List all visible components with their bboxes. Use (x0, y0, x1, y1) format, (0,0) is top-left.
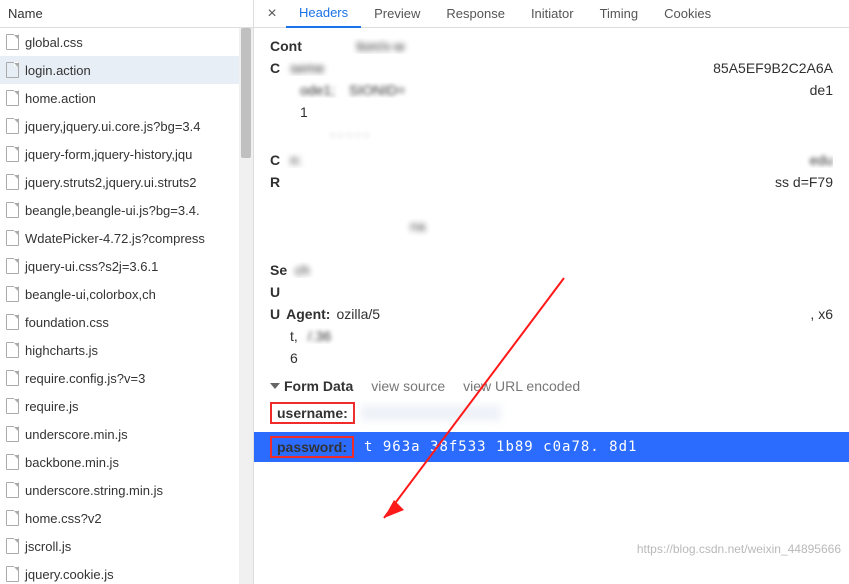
sidebar-item[interactable]: require.config.js?v=3 (0, 364, 253, 392)
sidebar-item-label: underscore.string.min.js (25, 483, 163, 498)
sidebar-item[interactable]: underscore.min.js (0, 420, 253, 448)
referer-key: R (270, 174, 280, 190)
username-key: username: (270, 402, 355, 424)
file-icon (6, 398, 19, 414)
sidebar-item-label: foundation.css (25, 315, 109, 330)
sidebar-item-label: home.action (25, 91, 96, 106)
tab-timing[interactable]: Timing (587, 0, 652, 28)
sidebar-item[interactable]: jscroll.js (0, 532, 253, 560)
sidebar-item[interactable]: backbone.min.js (0, 448, 253, 476)
tab-headers[interactable]: Headers (286, 0, 361, 28)
username-value (361, 405, 501, 421)
sidebar-item[interactable]: require.js (0, 392, 253, 420)
sidebar-item[interactable]: jquery.struts2,jquery.ui.struts2 (0, 168, 253, 196)
cookie-tail-2: de1 (810, 82, 833, 98)
view-url-encoded-link[interactable]: view URL encoded (463, 378, 580, 394)
sidebar-item-label: highcharts.js (25, 343, 98, 358)
close-icon[interactable]: × (258, 5, 286, 23)
user-agent-key: U (270, 306, 280, 322)
password-key: password: (270, 436, 354, 458)
sidebar-item[interactable]: jquery-ui.css?s2j=3.6.1 (0, 252, 253, 280)
file-icon (6, 426, 19, 442)
file-icon (6, 202, 19, 218)
sidebar-item-label: beangle,beangle-ui.js?bg=3.4. (25, 203, 200, 218)
form-data-section[interactable]: Form Data view source view URL encoded (270, 378, 833, 394)
file-icon (6, 146, 19, 162)
sidebar-item-label: jquery-ui.css?s2j=3.6.1 (25, 259, 158, 274)
sidebar-item[interactable]: beangle,beangle-ui.js?bg=3.4. (0, 196, 253, 224)
form-row-password: password: t 963a 38f533 1b89 c0a78. 8d1 (254, 432, 849, 462)
file-icon (6, 566, 19, 582)
sidebar-item[interactable]: jquery-form,jquery-history,jqu (0, 140, 253, 168)
cookie-key: C (270, 60, 280, 76)
user-agent-value: ozilla/5 (336, 306, 380, 322)
headers-pane: Cont tion/x-w C seme 85A5EF9B2C2A6A ode1… (254, 28, 849, 584)
tab-response[interactable]: Response (433, 0, 518, 28)
sidebar-item[interactable]: beangle-ui,colorbox,ch (0, 280, 253, 308)
content-type-key: Cont (270, 38, 302, 54)
file-icon (6, 118, 19, 134)
cookie-tail-1: 85A5EF9B2C2A6A (713, 60, 833, 76)
sidebar-item-label: WdatePicker-4.72.js?compress (25, 231, 205, 246)
view-source-link[interactable]: view source (371, 378, 445, 394)
sidebar-item-label: require.js (25, 399, 78, 414)
sidebar-item-label: home.css?v2 (25, 511, 102, 526)
file-icon (6, 174, 19, 190)
network-file-list: Name global.css login.action home.action jq… (0, 0, 254, 584)
file-icon (6, 482, 19, 498)
sidebar-item-label: jquery.struts2,jquery.ui.struts2 (25, 175, 196, 190)
tab-preview[interactable]: Preview (361, 0, 433, 28)
u-key: U (270, 284, 280, 300)
file-icon (6, 230, 19, 246)
sidebar-item[interactable]: foundation.css (0, 308, 253, 336)
sidebar-item[interactable]: highcharts.js (0, 336, 253, 364)
sidebar-item-label: jscroll.js (25, 539, 71, 554)
sidebar-item-label: jquery.cookie.js (25, 567, 114, 582)
sidebar-item-label: login.action (25, 63, 91, 78)
form-row-username: username: (270, 402, 833, 424)
sidebar-item-label: underscore.min.js (25, 427, 128, 442)
sidebar-item[interactable]: WdatePicker-4.72.js?compress (0, 224, 253, 252)
file-icon (6, 510, 19, 526)
sec-key: Se (270, 262, 287, 278)
file-icon (6, 370, 19, 386)
file-icon (6, 62, 19, 78)
cookie-value: seme (290, 60, 324, 76)
sidebar-item-label: beangle-ui,colorbox,ch (25, 287, 156, 302)
file-icon (6, 314, 19, 330)
file-icon (6, 538, 19, 554)
sidebar-item[interactable]: home.css?v2 (0, 504, 253, 532)
origin-key: C (270, 152, 280, 168)
file-icon (6, 342, 19, 358)
content-type-value (302, 38, 356, 54)
sidebar-item-label: jquery-form,jquery-history,jqu (25, 147, 192, 162)
form-data-label: Form Data (284, 378, 353, 394)
sidebar-scrollbar-track[interactable] (239, 28, 253, 584)
file-icon (6, 286, 19, 302)
watermark: https://blog.csdn.net/weixin_44895666 (637, 542, 841, 556)
sidebar-item[interactable]: underscore.string.min.js (0, 476, 253, 504)
sidebar-item-label: jquery,jquery.ui.core.js?bg=3.4 (25, 119, 200, 134)
sidebar-scrollbar-thumb[interactable] (241, 28, 251, 158)
sidebar-item-label: require.config.js?v=3 (25, 371, 145, 386)
sidebar-item[interactable]: login.action (0, 56, 253, 84)
caret-down-icon (270, 383, 280, 389)
sidebar-item-label: global.css (25, 35, 83, 50)
sidebar-item[interactable]: jquery,jquery.ui.core.js?bg=3.4 (0, 112, 253, 140)
file-icon (6, 258, 19, 274)
detail-tabs: × HeadersPreviewResponseInitiatorTimingC… (254, 0, 849, 28)
file-icon (6, 454, 19, 470)
file-icon (6, 34, 19, 50)
password-value: t 963a 38f533 1b89 c0a78. 8d1 (364, 439, 637, 455)
sidebar-item-label: backbone.min.js (25, 455, 119, 470)
tab-initiator[interactable]: Initiator (518, 0, 587, 28)
sidebar-item[interactable]: jquery.cookie.js (0, 560, 253, 584)
file-icon (6, 90, 19, 106)
tab-cookies[interactable]: Cookies (651, 0, 724, 28)
sidebar-item[interactable]: global.css (0, 28, 253, 56)
sidebar-header-name[interactable]: Name (0, 0, 253, 28)
sidebar-item[interactable]: home.action (0, 84, 253, 112)
